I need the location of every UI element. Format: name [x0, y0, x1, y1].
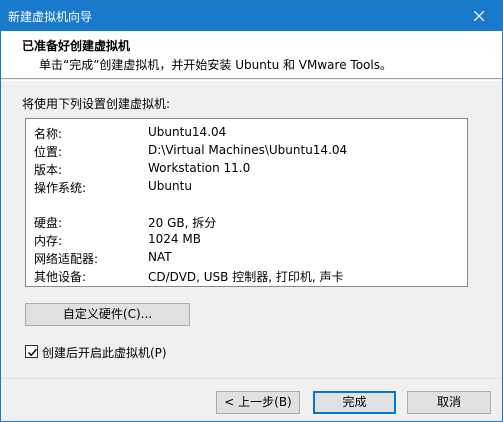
back-button[interactable]: < 上一步(B)	[216, 391, 300, 414]
setting-value: 20 GB, 拆分	[148, 216, 217, 230]
footer-divider	[1, 378, 502, 379]
wizard-header: 已准备好创建虚拟机 单击“完成”创建虚拟机，并开始安装 Ubuntu 和 VMw…	[1, 31, 502, 79]
setting-label: 名称:	[34, 127, 63, 141]
setting-row-os: 操作系统: Ubuntu	[34, 179, 464, 197]
setting-value: Ubuntu	[148, 179, 192, 193]
settings-summary-box: 名称: Ubuntu14.04 位置: D:\Virtual Machines\…	[25, 118, 468, 287]
close-icon[interactable]	[456, 1, 502, 31]
power-on-checkbox-label: 创建后开启此虚拟机(P)	[42, 346, 167, 360]
setting-row-devices: 其他设备: CD/DVD, USB 控制器, 打印机, 声卡	[34, 268, 464, 286]
setting-value: Workstation 11.0	[148, 161, 251, 175]
header-divider	[1, 80, 502, 81]
page-subheading: 单击“完成”创建虚拟机，并开始安装 Ubuntu 和 VMware Tools。	[39, 58, 392, 72]
setting-label: 版本:	[34, 163, 63, 177]
settings-intro: 将使用下列设置创建虚拟机:	[22, 97, 171, 111]
setting-row-name: 名称: Ubuntu14.04	[34, 125, 464, 143]
customize-hardware-button[interactable]: 自定义硬件(C)...	[25, 303, 190, 326]
setting-label: 操作系统:	[34, 181, 87, 195]
setting-row-disk: 硬盘: 20 GB, 拆分	[34, 214, 464, 232]
setting-value: CD/DVD, USB 控制器, 打印机, 声卡	[148, 270, 344, 284]
checkmark-icon	[28, 348, 38, 357]
setting-row-location: 位置: D:\Virtual Machines\Ubuntu14.04	[34, 143, 464, 161]
new-vm-wizard-window: 新建虚拟机向导 已准备好创建虚拟机 单击“完成”创建虚拟机，并开始安装 Ubun…	[0, 0, 503, 422]
setting-value: 1024 MB	[148, 232, 201, 246]
setting-value: NAT	[148, 250, 172, 264]
setting-row-version: 版本: Workstation 11.0	[34, 161, 464, 179]
setting-value: D:\Virtual Machines\Ubuntu14.04	[148, 143, 348, 157]
setting-label: 网络适配器:	[34, 252, 99, 266]
setting-label: 内存:	[34, 234, 63, 248]
cancel-button[interactable]: 取消	[407, 391, 491, 414]
setting-label: 其他设备:	[34, 270, 87, 284]
window-title: 新建虚拟机向导	[8, 10, 93, 24]
finish-button[interactable]: 完成	[313, 391, 396, 414]
title-bar: 新建虚拟机向导	[1, 1, 502, 31]
setting-row-network: 网络适配器: NAT	[34, 250, 464, 268]
power-on-checkbox[interactable]	[25, 345, 38, 358]
setting-row-memory: 内存: 1024 MB	[34, 232, 464, 250]
setting-label: 硬盘:	[34, 216, 63, 230]
page-heading: 已准备好创建虚拟机	[22, 39, 131, 53]
setting-value: Ubuntu14.04	[148, 125, 227, 139]
setting-label: 位置:	[34, 145, 63, 159]
